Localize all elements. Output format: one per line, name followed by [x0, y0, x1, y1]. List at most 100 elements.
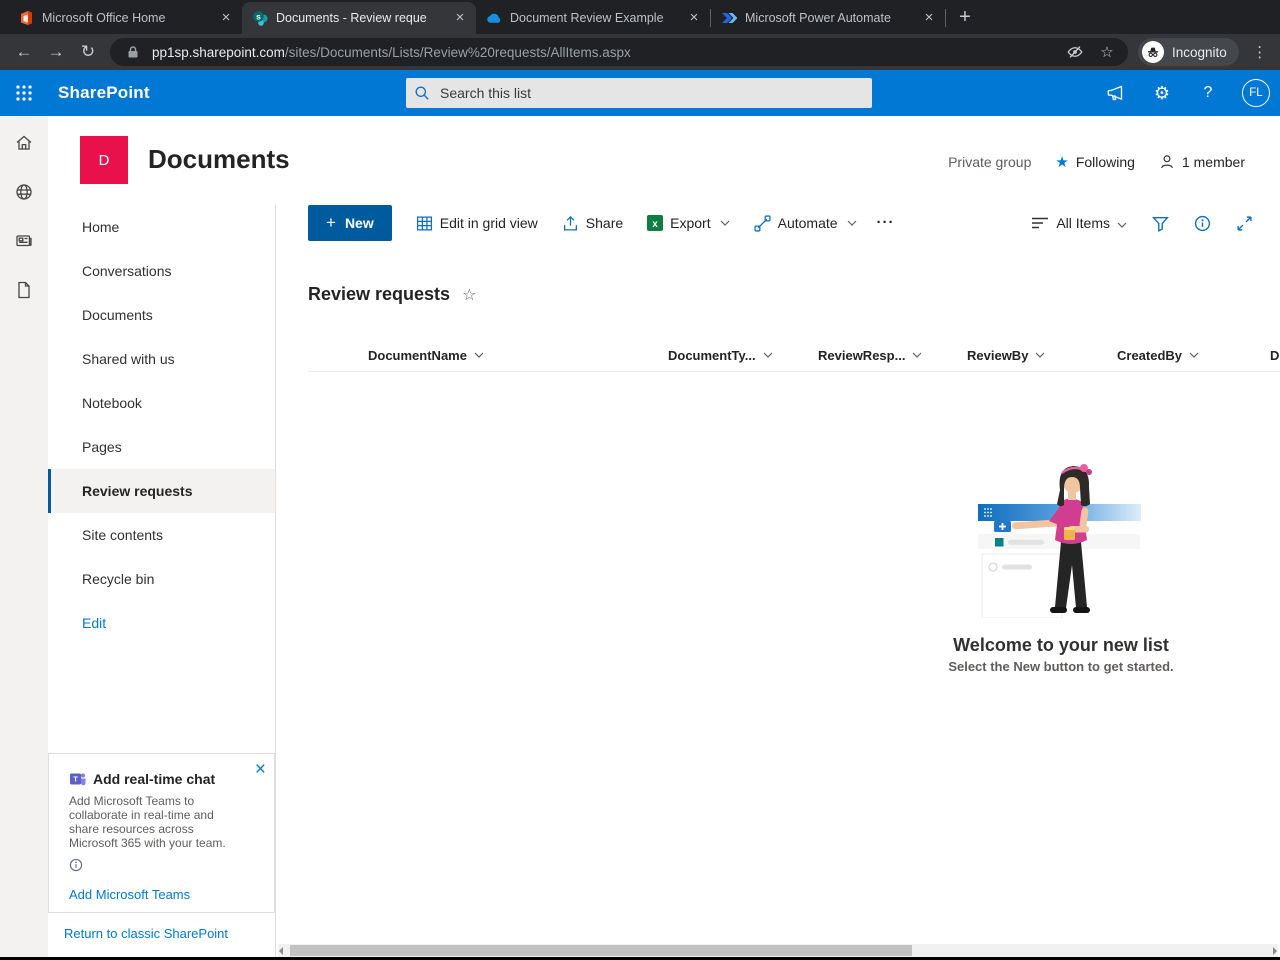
browser-toolbar: ← → ↻ pp1sp.sharepoint.com/sites/Documen…	[0, 34, 1280, 70]
eye-blocked-icon[interactable]	[1064, 41, 1086, 63]
tab-close-icon[interactable]: ×	[452, 10, 468, 26]
reload-icon[interactable]: ↻	[75, 39, 101, 65]
tab-title: Microsoft Power Automate	[745, 11, 891, 25]
tab-close-icon[interactable]: ×	[218, 10, 234, 26]
scrollbar-thumb[interactable]	[290, 945, 912, 956]
column-header-row: DocumentName DocumentTy... ReviewResp...…	[276, 339, 1280, 371]
sidebar-item-edit[interactable]: Edit	[48, 601, 275, 645]
column-header-truncated[interactable]: D	[1270, 348, 1280, 363]
sidebar-item-site-contents[interactable]: Site contents	[48, 513, 275, 557]
column-header-documenttype[interactable]: DocumentTy...	[668, 348, 818, 363]
tab-separator	[945, 9, 946, 27]
sidebar-item-notebook[interactable]: Notebook	[48, 381, 275, 425]
share-label: Share	[585, 215, 624, 231]
sidebar-item-review-requests[interactable]: Review requests	[48, 469, 275, 513]
scroll-right-arrow-icon[interactable]	[1273, 947, 1277, 955]
chevron-down-icon	[1189, 352, 1199, 358]
column-label: DocumentTy...	[668, 347, 756, 363]
members-label: 1 member	[1181, 154, 1245, 170]
command-bar: + New Edit in grid view Share x Export A…	[276, 205, 1280, 241]
column-label: ReviewResp...	[818, 347, 906, 363]
browser-tab-strip: Microsoft Office Home × s Documents - Re…	[0, 0, 1280, 34]
site-title: Documents	[148, 144, 290, 174]
avatar[interactable]: FL	[1242, 79, 1270, 107]
address-bar[interactable]: pp1sp.sharepoint.com/sites/Documents/Lis…	[110, 38, 1128, 66]
browser-tab-power-automate[interactable]: Microsoft Power Automate ×	[711, 2, 945, 34]
sidebar-item-home[interactable]: Home	[48, 205, 275, 249]
new-tab-button[interactable]: +	[952, 5, 978, 31]
excel-icon: x	[647, 215, 664, 231]
sharepoint-app-bar	[0, 116, 48, 957]
lock-icon	[122, 41, 144, 63]
browser-tab-document-review[interactable]: Document Review Example ×	[476, 2, 710, 34]
column-header-documentname[interactable]: DocumentName	[368, 348, 668, 363]
plus-icon: +	[326, 213, 336, 232]
new-button[interactable]: + New	[308, 205, 392, 241]
share-button[interactable]: Share	[562, 215, 623, 232]
view-lines-icon	[1032, 217, 1049, 229]
column-header-createdby[interactable]: CreatedBy	[1117, 348, 1270, 363]
empty-list-illustration	[978, 464, 1141, 619]
tab-close-icon[interactable]: ×	[921, 10, 937, 26]
teams-promo-title-row: T Add real-time chat	[69, 770, 274, 788]
return-classic-link[interactable]: Return to classic SharePoint	[64, 926, 228, 941]
view-selector[interactable]: All Items	[1031, 215, 1127, 231]
edit-grid-label: Edit in grid view	[439, 215, 538, 231]
fullscreen-expand-icon[interactable]	[1235, 214, 1253, 232]
column-header-reviewresponse[interactable]: ReviewResp...	[818, 348, 967, 363]
settings-gear-icon[interactable]: ⚙	[1150, 81, 1174, 105]
teams-promo-card: × T Add real-time chat Add Microsoft Tea…	[48, 753, 275, 913]
info-icon[interactable]	[1193, 214, 1211, 232]
sidebar-item-pages[interactable]: Pages	[48, 425, 275, 469]
more-commands-button[interactable]: ···	[877, 215, 895, 230]
megaphone-icon[interactable]	[1104, 81, 1128, 105]
column-label: CreatedBy	[1117, 347, 1183, 363]
browser-tab-office-home[interactable]: Microsoft Office Home ×	[8, 2, 242, 34]
chevron-down-icon	[1117, 215, 1127, 231]
bookmark-star-icon[interactable]: ☆	[1096, 41, 1118, 63]
list-view-main: + New Edit in grid view Share x Export A…	[276, 205, 1280, 957]
sidebar-item-shared-with-us[interactable]: Shared with us	[48, 337, 275, 381]
favorite-star-icon[interactable]: ☆	[462, 285, 476, 305]
horizontal-scrollbar[interactable]	[278, 944, 1278, 957]
tab-close-icon[interactable]: ×	[686, 10, 702, 26]
teams-promo-title: Add real-time chat	[93, 771, 216, 787]
add-teams-link[interactable]: Add Microsoft Teams	[69, 887, 274, 902]
help-icon[interactable]: ?	[1196, 81, 1220, 105]
tab-title: Documents - Review reque	[276, 11, 427, 25]
members-button[interactable]: 1 member	[1159, 154, 1245, 170]
file-icon[interactable]	[13, 279, 35, 301]
close-icon[interactable]: ×	[255, 760, 266, 779]
search-input[interactable]	[438, 84, 864, 102]
app-launcher-waffle-icon[interactable]	[0, 70, 48, 116]
globe-icon[interactable]	[13, 181, 35, 203]
sidebar-item-documents[interactable]: Documents	[48, 293, 275, 337]
scroll-left-arrow-icon[interactable]	[279, 947, 283, 955]
back-icon[interactable]: ←	[11, 39, 37, 65]
automate-button[interactable]: Automate	[754, 214, 857, 232]
incognito-icon	[1142, 41, 1164, 63]
sidebar-item-conversations[interactable]: Conversations	[48, 249, 275, 293]
browser-tab-active[interactable]: s Documents - Review reque ×	[242, 2, 476, 34]
site-logo[interactable]: D	[80, 136, 128, 184]
export-button[interactable]: x Export	[647, 215, 730, 231]
search-box[interactable]	[406, 78, 872, 108]
command-bar-right: All Items	[1031, 214, 1253, 232]
list-title-row: Review requests ☆	[308, 284, 476, 305]
news-icon[interactable]	[13, 230, 35, 252]
chevron-down-icon	[720, 220, 730, 226]
export-label: Export	[670, 215, 711, 231]
sharepoint-brand[interactable]: SharePoint	[58, 83, 150, 103]
filter-icon[interactable]	[1151, 214, 1169, 232]
teams-icon: T	[70, 773, 86, 786]
following-button[interactable]: ★ Following	[1055, 153, 1135, 171]
new-button-label: New	[344, 215, 374, 231]
info-icon[interactable]	[69, 858, 83, 872]
edit-grid-view-button[interactable]: Edit in grid view	[416, 215, 538, 232]
sidebar-item-recycle-bin[interactable]: Recycle bin	[48, 557, 275, 601]
column-header-reviewby[interactable]: ReviewBy	[967, 348, 1117, 363]
forward-icon[interactable]: →	[43, 39, 69, 65]
column-label: DocumentName	[368, 347, 467, 363]
home-icon[interactable]	[13, 132, 35, 154]
browser-menu-icon[interactable]: ⋮	[1249, 43, 1271, 61]
